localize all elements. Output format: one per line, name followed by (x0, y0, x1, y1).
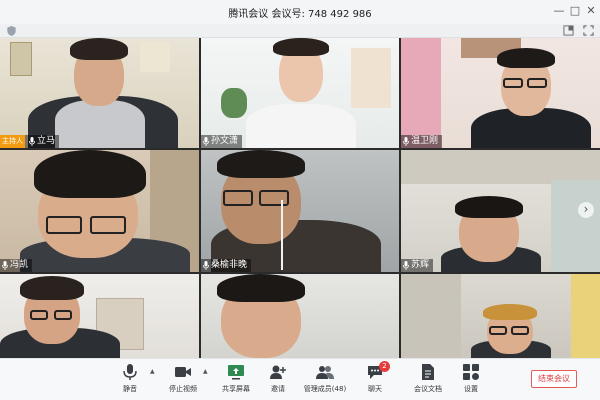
window-title: 腾讯会议 会议号: 748 492 986 (228, 9, 372, 20)
microphone-icon (203, 261, 209, 270)
participant-name: 苏辉 (411, 260, 430, 270)
participant-nameplate: 温卫刚 (401, 135, 443, 148)
participant-nameplate: 桑榆非晚 (201, 259, 252, 272)
video-tile[interactable]: 桑榆非晚 (201, 150, 399, 272)
participant-nameplate: 主持人 立马 (0, 135, 60, 148)
participant-name: 立马 (37, 136, 56, 146)
video-tile[interactable] (201, 274, 399, 358)
video-tile[interactable] (401, 274, 600, 358)
video-tile[interactable] (0, 274, 199, 358)
invite-button[interactable]: 邀请 (253, 363, 303, 394)
minimize-icon[interactable]: — (552, 4, 566, 18)
mute-label: 静音 (123, 385, 137, 393)
layout-icon[interactable] (563, 25, 574, 36)
participant-nameplate: 苏辉 (401, 259, 434, 272)
shield-icon[interactable] (7, 26, 16, 36)
microphone-icon (403, 261, 409, 270)
participant-name: 温卫刚 (411, 136, 439, 146)
maximize-icon[interactable]: □ (568, 4, 582, 18)
video-tile[interactable]: 孙文潇 (201, 38, 399, 148)
invite-label: 邀请 (271, 385, 285, 393)
settings-grid-icon (463, 364, 479, 380)
end-meeting-button[interactable]: 结束会议 (531, 370, 577, 388)
mute-button[interactable]: 静音 (105, 363, 155, 394)
video-camera-icon (175, 367, 191, 377)
chat-label: 聊天 (368, 385, 382, 393)
microphone-icon (2, 261, 8, 270)
video-grid: 主持人 立马 孙文潇 温卫刚 冯凯 桑榆非晚 › 苏辉 (0, 38, 600, 358)
fullscreen-icon[interactable] (583, 25, 594, 36)
microphone-icon (203, 137, 209, 146)
participant-name: 孙文潇 (211, 136, 239, 146)
chat-unread-badge: 2 (379, 361, 390, 372)
stop-video-button[interactable]: 停止视频 (158, 363, 208, 394)
settings-button[interactable]: 设置 (446, 363, 496, 394)
participant-nameplate: 孙文潇 (201, 135, 243, 148)
video-options-chevron-icon[interactable]: ▲ (203, 368, 208, 375)
share-screen-icon (228, 365, 244, 380)
video-tile[interactable]: › 苏辉 (401, 150, 600, 272)
members-icon (316, 366, 334, 379)
manage-members-button[interactable]: 管理成员(48) (300, 363, 350, 394)
participant-name: 冯凯 (10, 260, 29, 270)
video-tile[interactable]: 温卫刚 (401, 38, 600, 148)
meeting-info-bar (0, 24, 600, 38)
participant-nameplate: 冯凯 (0, 259, 33, 272)
add-user-icon (270, 365, 286, 379)
next-page-button[interactable]: › (578, 202, 594, 218)
meeting-toolbar: 静音 ▲ 停止视频 ▲ 共享屏幕 邀请 管理成员(48) 2 聊天 会议文档 设… (0, 358, 600, 400)
video-tile[interactable]: 冯凯 (0, 150, 199, 272)
audio-options-chevron-icon[interactable]: ▲ (150, 368, 155, 375)
close-icon[interactable]: ✕ (584, 4, 598, 18)
title-bar: 腾讯会议 会议号: 748 492 986 — □ ✕ (0, 0, 600, 24)
participant-name: 桑榆非晚 (211, 260, 248, 270)
microphone-icon (403, 137, 409, 146)
microphone-icon (123, 364, 137, 380)
video-tile[interactable]: 主持人 立马 (0, 38, 199, 148)
microphone-icon (29, 137, 35, 146)
chat-button[interactable]: 2 聊天 (350, 361, 400, 394)
host-badge: 主持人 (0, 135, 25, 148)
document-icon (422, 364, 434, 380)
stop-video-label: 停止视频 (169, 385, 197, 393)
settings-label: 设置 (464, 385, 478, 393)
manage-members-label: 管理成员(48) (303, 385, 347, 393)
